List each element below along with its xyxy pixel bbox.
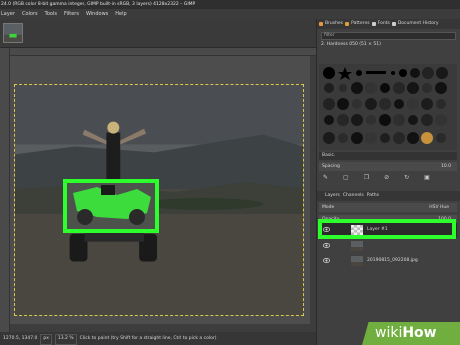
open-as-image-icon[interactable]: ▣: [424, 174, 430, 182]
atv-green-fill: [67, 183, 155, 229]
spacing-label: Spacing: [322, 164, 340, 169]
edit-brush-icon[interactable]: ✎: [323, 174, 328, 182]
logo-part-2: How: [402, 325, 437, 341]
menu-bar: Layer Colors Tools Filters Windows Help: [0, 9, 460, 19]
tab-channels[interactable]: Channels: [343, 191, 364, 201]
menu-layer[interactable]: Layer: [0, 9, 15, 19]
brush-tab-icon: [319, 22, 323, 26]
history-tab-icon: [391, 22, 396, 26]
right-dock: Brushes Patterns Fonts Document History …: [316, 19, 460, 345]
delete-brush-icon[interactable]: ⊘: [384, 174, 389, 182]
tab-paths[interactable]: Paths: [367, 191, 379, 201]
font-tab-icon: [371, 22, 376, 26]
menu-tools[interactable]: Tools: [44, 9, 57, 19]
new-brush-icon[interactable]: ▢: [343, 174, 349, 182]
pattern-tab-icon: [345, 22, 350, 26]
tab-brushes-label: Brushes: [325, 21, 344, 26]
layer-thumbnail-photo: [351, 241, 363, 251]
layer-mode-select[interactable]: Mode HSV Hue: [319, 203, 457, 212]
unit-selector[interactable]: px: [40, 334, 52, 345]
brush-filter-input[interactable]: filter: [321, 32, 456, 40]
visibility-eye-icon[interactable]: [323, 242, 330, 249]
image-canvas[interactable]: [14, 84, 304, 316]
window-title: 24.0 (RGB color 8-bit gamma integer, GIM…: [0, 0, 460, 9]
canvas-area[interactable]: [10, 56, 316, 332]
duplicate-brush-icon[interactable]: ❐: [364, 174, 369, 182]
status-bar: 1270.5, 1347.0 px 13.2 % Click to paint …: [0, 332, 316, 345]
vertical-ruler[interactable]: [0, 48, 10, 332]
layer-thumbnail-photo: [351, 256, 363, 266]
brush-thumbnails: [319, 64, 457, 150]
tab-patterns-label: Patterns: [351, 21, 370, 26]
spacing-slider[interactable]: Spacing 10.0: [319, 162, 457, 171]
selection-highlight-canvas: [63, 179, 159, 233]
mode-label: Mode: [322, 205, 335, 210]
pointer-coordinates: 1270.5, 1347.0: [3, 336, 38, 341]
brush-preset[interactable]: Basic.: [319, 152, 457, 160]
menu-help[interactable]: Help: [114, 9, 126, 19]
selection-highlight-layer: [318, 219, 456, 239]
brush-name: 2. Hardness 050 (51 × 51): [321, 42, 381, 47]
layer-row-photo[interactable]: 20190815_092208.jpg: [319, 254, 457, 268]
menu-colors[interactable]: Colors: [21, 9, 38, 19]
zoom-selector[interactable]: 13.2 %: [54, 334, 77, 345]
image-tab-strip: [0, 19, 316, 48]
tab-layers[interactable]: Layers: [325, 191, 340, 201]
layer-row-2[interactable]: [319, 239, 457, 253]
horizontal-scrollbar[interactable]: [10, 324, 316, 332]
brush-actions: ✎ ▢ ❐ ⊘ ↻ ▣: [323, 174, 430, 182]
mode-value: HSV Hue: [429, 205, 449, 210]
menu-filters[interactable]: Filters: [63, 9, 79, 19]
brush-grid[interactable]: [319, 64, 457, 150]
visibility-eye-icon[interactable]: [323, 257, 330, 264]
tab-document-history-label: Document History: [397, 21, 439, 26]
image-tab-thumbnail[interactable]: [3, 23, 23, 43]
refresh-brushes-icon[interactable]: ↻: [404, 174, 409, 182]
tab-brushes[interactable]: Brushes: [319, 19, 343, 29]
tab-fonts-label: Fonts: [377, 21, 390, 26]
tab-fonts[interactable]: Fonts: [371, 19, 390, 29]
wikihow-logo: wikiHow: [375, 324, 437, 342]
spacing-value: 10.0: [440, 164, 451, 169]
photo-atv-rider: [15, 85, 303, 315]
logo-part-1: wiki: [375, 325, 403, 341]
brushes-dock-tabs: Brushes Patterns Fonts Document History: [317, 19, 460, 29]
tab-document-history[interactable]: Document History: [391, 19, 439, 29]
layers-dock-tabs: Layers Channels Paths: [317, 191, 460, 201]
tab-patterns[interactable]: Patterns: [345, 19, 370, 29]
horizontal-ruler[interactable]: [10, 48, 316, 56]
menu-windows[interactable]: Windows: [85, 9, 108, 19]
layer-name[interactable]: 20190815_092208.jpg: [367, 254, 418, 268]
status-message: Click to paint (try Shift for a straight…: [79, 336, 217, 341]
